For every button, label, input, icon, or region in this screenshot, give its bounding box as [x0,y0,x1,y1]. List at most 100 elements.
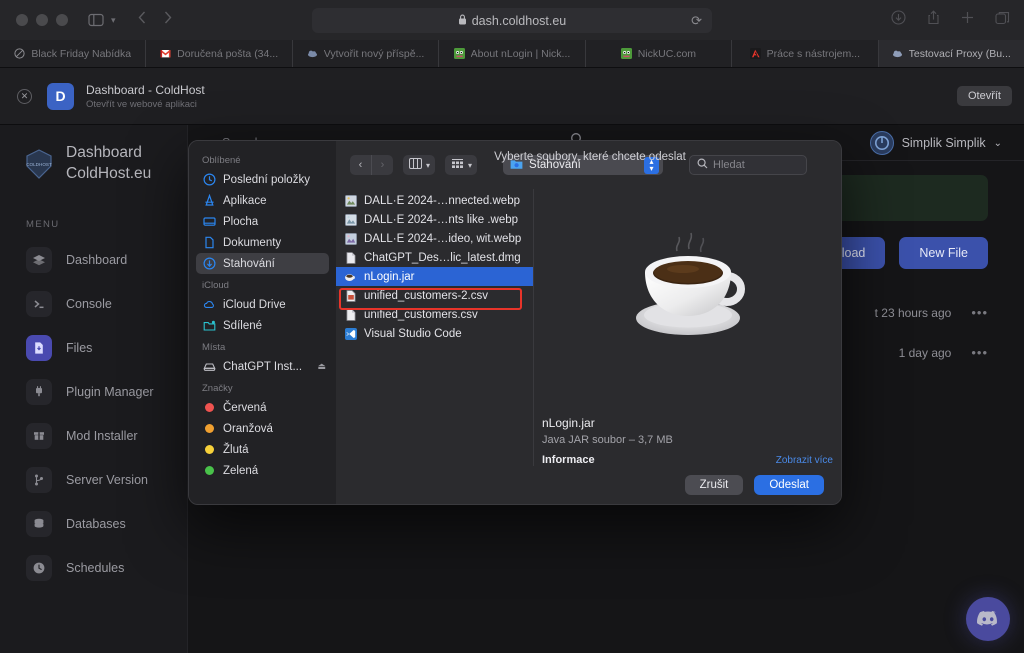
sidebar-item-label: Files [66,340,93,355]
sidebar-item-icloud-drive[interactable]: iCloud Drive [189,294,336,315]
chevron-down-icon[interactable]: ⌄ [994,138,1002,149]
window-traffic-lights[interactable] [16,14,68,26]
sidebar-item-documents[interactable]: Dokumenty [189,232,336,253]
close-icon[interactable]: ✕ [17,88,32,104]
cloud-icon [892,48,903,59]
brand[interactable]: COLDHOST Dashboard ColdHost.eu [0,125,187,185]
cloud-icon [307,48,318,59]
forward-button[interactable] [164,11,172,29]
sidebar-item-files[interactable]: Files [0,326,187,370]
list-item[interactable]: DALL·E 2024-…nnected.webp [336,191,533,210]
table-row[interactable]: 1 day ago ••• [899,345,988,360]
tab-label: Testovací Proxy (Bu... [908,47,1011,60]
sidebar-item-applications[interactable]: Aplikace [189,190,336,211]
browser-tab[interactable]: Black Friday Nabídka [0,40,147,67]
file-modified: t 23 hours ago [874,305,952,320]
account-menu[interactable]: Simplik Simplik ⌄ [869,131,1002,155]
file-name: unified_customers-2.csv [364,289,488,302]
zoom-window-button[interactable] [56,14,68,26]
file-list[interactable]: DALL·E 2024-…nnected.webp DALL·E 2024-…n… [336,189,534,466]
image-file-icon [344,213,357,226]
plus-icon[interactable] [961,11,974,29]
address-bar[interactable]: dash.coldhost.eu ⟳ [312,8,712,33]
table-row[interactable]: t 23 hours ago ••• [875,305,988,320]
minimize-window-button[interactable] [36,14,48,26]
tag-dot-icon [202,401,216,415]
app-icon: D [47,82,74,110]
browser-tab-active[interactable]: Testovací Proxy (Bu... [878,40,1024,67]
close-window-button[interactable] [16,14,28,26]
sidebar-section-label: iCloud [202,280,229,291]
back-button[interactable] [138,11,146,29]
sidebar-item-tag-yellow[interactable]: Žlutá [189,439,336,460]
reload-icon[interactable]: ⟳ [691,13,702,29]
share-icon[interactable] [927,10,940,30]
list-item-selected[interactable]: nLogin.jar [336,267,533,286]
dialog-panes: DALL·E 2024-…nnected.webp DALL·E 2024-…n… [336,189,841,466]
tab-overview-icon[interactable] [995,11,1010,30]
sidebar-item-tag-orange[interactable]: Oranžová [189,418,336,439]
sidebar-item-label: Dashboard [66,252,128,267]
sidebar-item-label: Poslední položky [223,173,310,186]
file-name: nLogin.jar [364,270,415,283]
list-item[interactable]: DALL·E 2024-…nts like .webp [336,210,533,229]
sidebar-item-mod-installer[interactable]: Mod Installer [0,414,187,458]
browser-tab[interactable]: Vytvořit nový příspě... [293,40,440,67]
list-item[interactable]: unified_customers-2.csv [336,286,533,305]
banner-subtitle: Otevřít ve webové aplikaci [86,98,197,110]
new-file-button[interactable]: New File [899,237,988,269]
file-name: Visual Studio Code [364,327,462,340]
list-item[interactable]: unified_customers.csv [336,305,533,324]
chevron-down-icon[interactable]: ▾ [111,15,116,26]
tab-label: Doručená pošta (34... [177,47,279,60]
ellipsis-icon[interactable]: ••• [971,345,988,360]
sidebar-item-console[interactable]: Console [0,282,187,326]
browser-tab[interactable]: About nLogin | Nick... [439,40,586,67]
browser-toolbar: ▾ dash.coldhost.eu ⟳ [0,0,1024,40]
box-icon [26,422,52,449]
ellipsis-icon[interactable]: ••• [971,305,988,320]
sidebar-item-shared[interactable]: Sdílené [189,315,336,336]
dialog-content: ‹ › ▾ ▾ Stahování ▴ ▾ Hledat DALL·E 2024… [336,141,841,504]
browser-tab[interactable]: Práce s nástrojem... [732,40,879,67]
sidebar-item-dashboard[interactable]: Dashboard [0,238,187,282]
user-avatar-icon [869,131,894,155]
sidebar-section-label: Místa [202,342,226,353]
browser-tab[interactable]: Doručená pošta (34... [146,40,293,67]
eject-icon[interactable]: ⏏ [317,361,326,372]
tab-label: Vytvořit nový příspě... [323,47,425,60]
tab-label: About nLogin | Nick... [470,47,571,60]
file-modified: 1 day ago [898,345,952,360]
file-picker-dialog: Vyberte soubory, které chcete odeslat Ob… [188,140,842,505]
sidebar-item-desktop[interactable]: Plocha [189,211,336,232]
dialog-sidebar: Oblíbené Poslední položky Aplikace Ploch… [189,141,336,504]
documents-icon [202,236,216,250]
sidebar-item-server-version[interactable]: Server Version [0,458,187,502]
sidebar-item-databases[interactable]: Databases [0,502,187,546]
preview-info-label: Informace [542,454,595,466]
sidebar-toggle-icon[interactable]: ▾ [88,13,116,27]
sidebar-item-chatgpt-installer[interactable]: ChatGPT Inst... ⏏ [189,356,336,377]
list-item[interactable]: ChatGPT_Des…lic_latest.dmg [336,248,533,267]
open-button[interactable]: Otevřít [956,86,1012,106]
sidebar-item-plugin-manager[interactable]: Plugin Manager [0,370,187,414]
discord-icon[interactable] [966,597,1010,641]
account-name: Simplik Simplik [901,136,986,150]
sidebar-item-downloads[interactable]: Stahování [196,253,329,274]
downloads-icon[interactable] [891,10,906,30]
sidebar-item-schedules[interactable]: Schedules [0,546,187,590]
show-more-link[interactable]: Zobrazit více [776,455,833,466]
list-item[interactable]: DALL·E 2024-…ideo, wit.webp [336,229,533,248]
cancel-button[interactable]: Zrušit [684,475,744,495]
sidebar-item-label: Červená [223,401,267,414]
submit-button[interactable]: Odeslat [754,475,824,495]
browser-tab[interactable]: NickUC.com [586,40,733,67]
list-item[interactable]: Visual Studio Code [336,324,533,343]
database-icon [26,510,52,537]
sidebar-item-tag-green[interactable]: Zelená [189,460,336,481]
branch-icon [26,466,52,493]
sidebar-item-tag-red[interactable]: Červená [189,397,336,418]
sidebar-item-label: Plugin Manager [66,384,154,399]
sidebar-item-recents[interactable]: Poslední položky [189,169,336,190]
sidebar-item-label: Mod Installer [66,428,138,443]
